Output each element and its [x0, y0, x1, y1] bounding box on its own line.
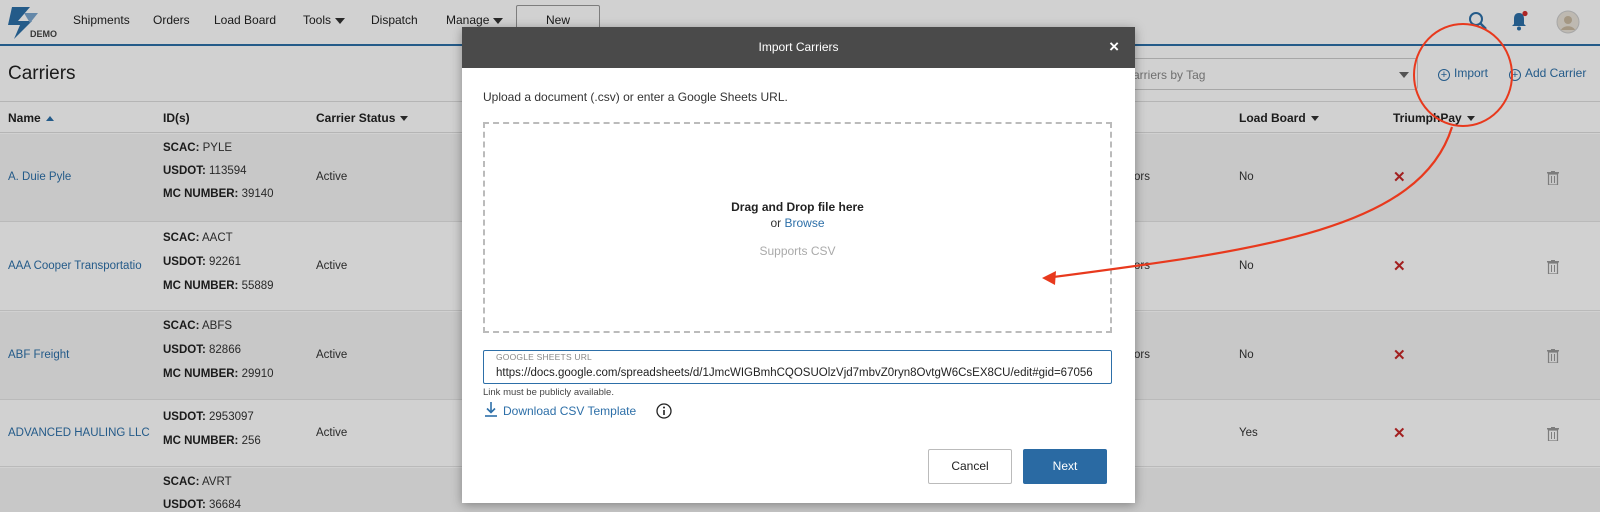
google-sheets-url-field[interactable]: GOOGLE SHEETS URL	[483, 350, 1112, 384]
dropzone-or-text: or	[770, 216, 782, 230]
google-sheets-url-input[interactable]	[496, 364, 1096, 382]
dropzone-or-line: or Browse	[485, 216, 1110, 230]
google-sheets-url-label: GOOGLE SHEETS URL	[496, 352, 592, 362]
download-icon	[485, 402, 497, 417]
dialog-title: Import Carriers	[758, 40, 839, 54]
dialog-header: Import Carriers ×	[462, 27, 1135, 68]
next-button[interactable]: Next	[1023, 449, 1107, 484]
dialog-instructions: Upload a document (.csv) or enter a Goog…	[483, 90, 788, 104]
browse-link[interactable]: Browse	[785, 216, 825, 230]
info-icon[interactable]	[656, 403, 672, 419]
download-csv-template-label: Download CSV Template	[503, 404, 637, 418]
file-dropzone[interactable]: Drag and Drop file here or Browse Suppor…	[483, 122, 1112, 333]
dropzone-support-text: Supports CSV	[759, 244, 836, 258]
cancel-button[interactable]: Cancel	[928, 449, 1012, 484]
import-carriers-dialog: Import Carriers × Upload a document (.cs…	[462, 27, 1135, 503]
close-icon[interactable]: ×	[1109, 37, 1119, 57]
google-sheets-help-text: Link must be publicly available.	[483, 387, 614, 398]
dropzone-title: Drag and Drop file here	[731, 200, 864, 214]
